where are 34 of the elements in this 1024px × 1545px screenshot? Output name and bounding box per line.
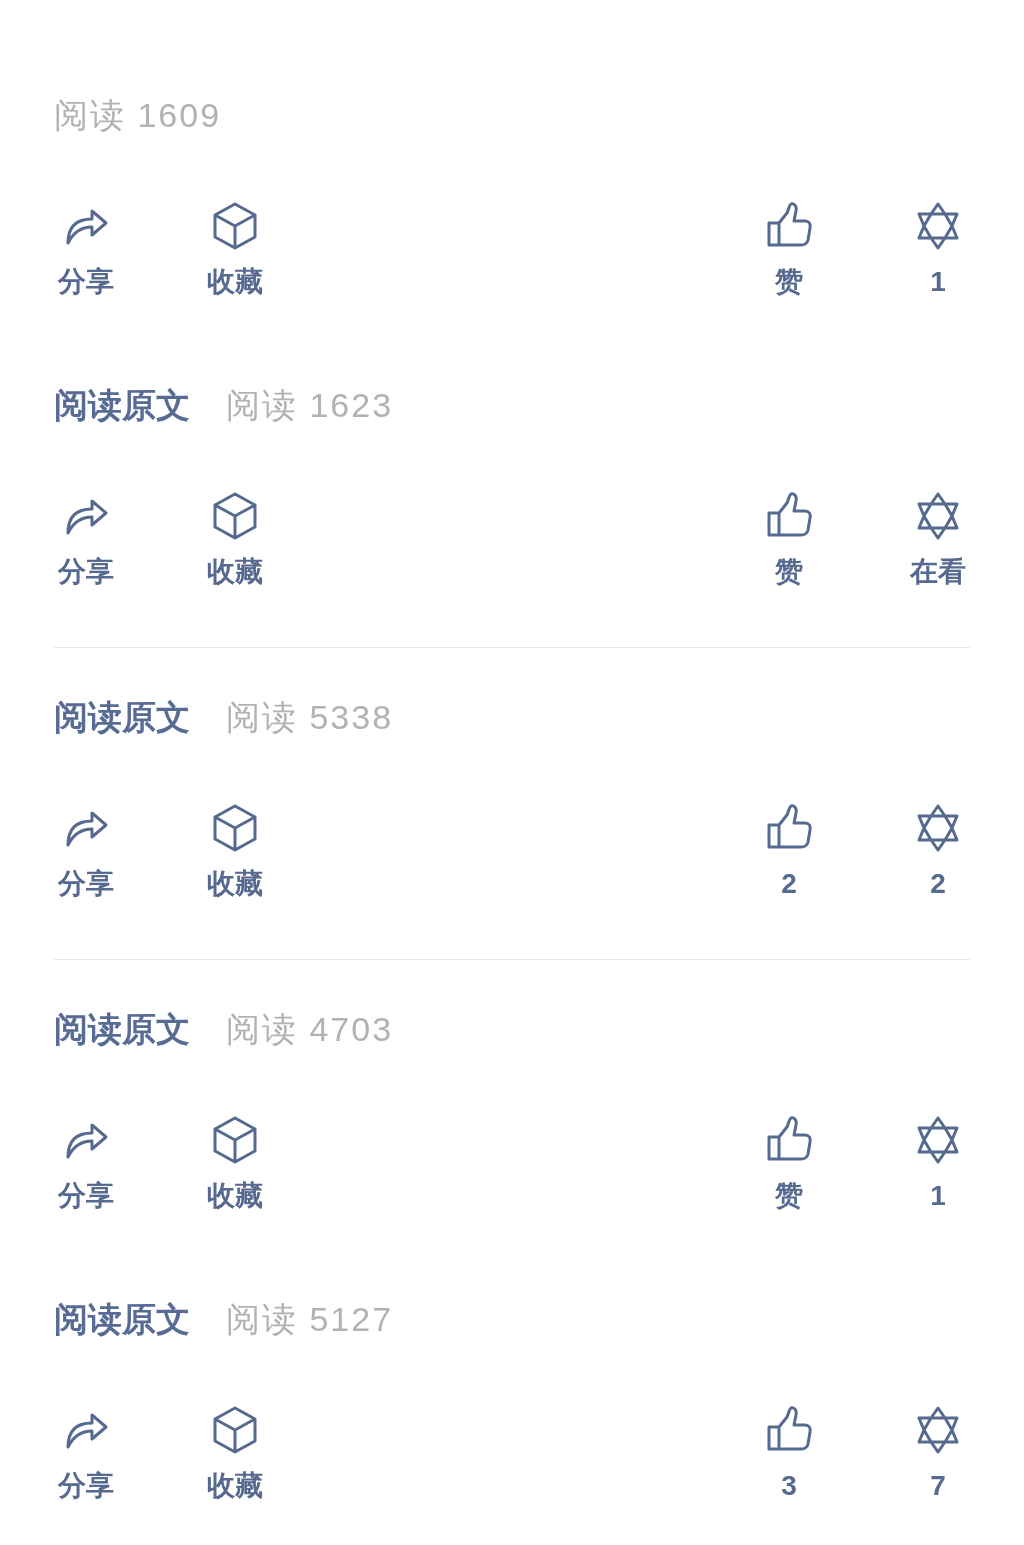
read-count: 阅读 5338 [226, 696, 394, 738]
cube-icon [211, 1405, 259, 1455]
like-button[interactable]: 赞 [739, 491, 839, 590]
share-button[interactable]: 分享 [36, 201, 136, 300]
read-original-link[interactable]: 阅读原文 [54, 691, 190, 743]
read-original-link[interactable]: 阅读原文 [54, 379, 190, 431]
share-button[interactable]: 分享 [36, 1115, 136, 1214]
share-button[interactable]: 分享 [36, 1405, 136, 1504]
read-count: 阅读 1609 [54, 94, 222, 136]
watch-button[interactable]: 1 [888, 201, 988, 300]
collect-button[interactable]: 收藏 [185, 1405, 285, 1504]
cube-icon [211, 803, 259, 853]
watch-button[interactable]: 2 [888, 803, 988, 902]
read-original-link[interactable]: 阅读原文 [54, 1293, 190, 1345]
read-count: 阅读 1623 [226, 384, 394, 426]
read-count: 阅读 5127 [226, 1298, 394, 1340]
cube-icon [211, 1115, 259, 1165]
watch-button[interactable]: 1 [888, 1115, 988, 1214]
share-button[interactable]: 分享 [36, 803, 136, 902]
cube-icon [211, 491, 259, 541]
collect-button[interactable]: 收藏 [185, 491, 285, 590]
like-button[interactable]: 赞 [739, 201, 839, 300]
like-button[interactable]: 2 [739, 803, 839, 902]
share-button[interactable]: 分享 [36, 491, 136, 590]
read-count: 阅读 4703 [226, 1008, 394, 1050]
cube-icon [211, 201, 259, 251]
read-original-link[interactable]: 阅读原文 [54, 1003, 190, 1055]
watch-button[interactable]: 7 [888, 1405, 988, 1504]
collect-button[interactable]: 收藏 [185, 1115, 285, 1214]
like-button[interactable]: 3 [739, 1405, 839, 1504]
watch-button[interactable]: 在看 [888, 491, 988, 590]
like-button[interactable]: 赞 [739, 1115, 839, 1214]
collect-button[interactable]: 收藏 [185, 803, 285, 902]
collect-button[interactable]: 收藏 [185, 201, 285, 300]
